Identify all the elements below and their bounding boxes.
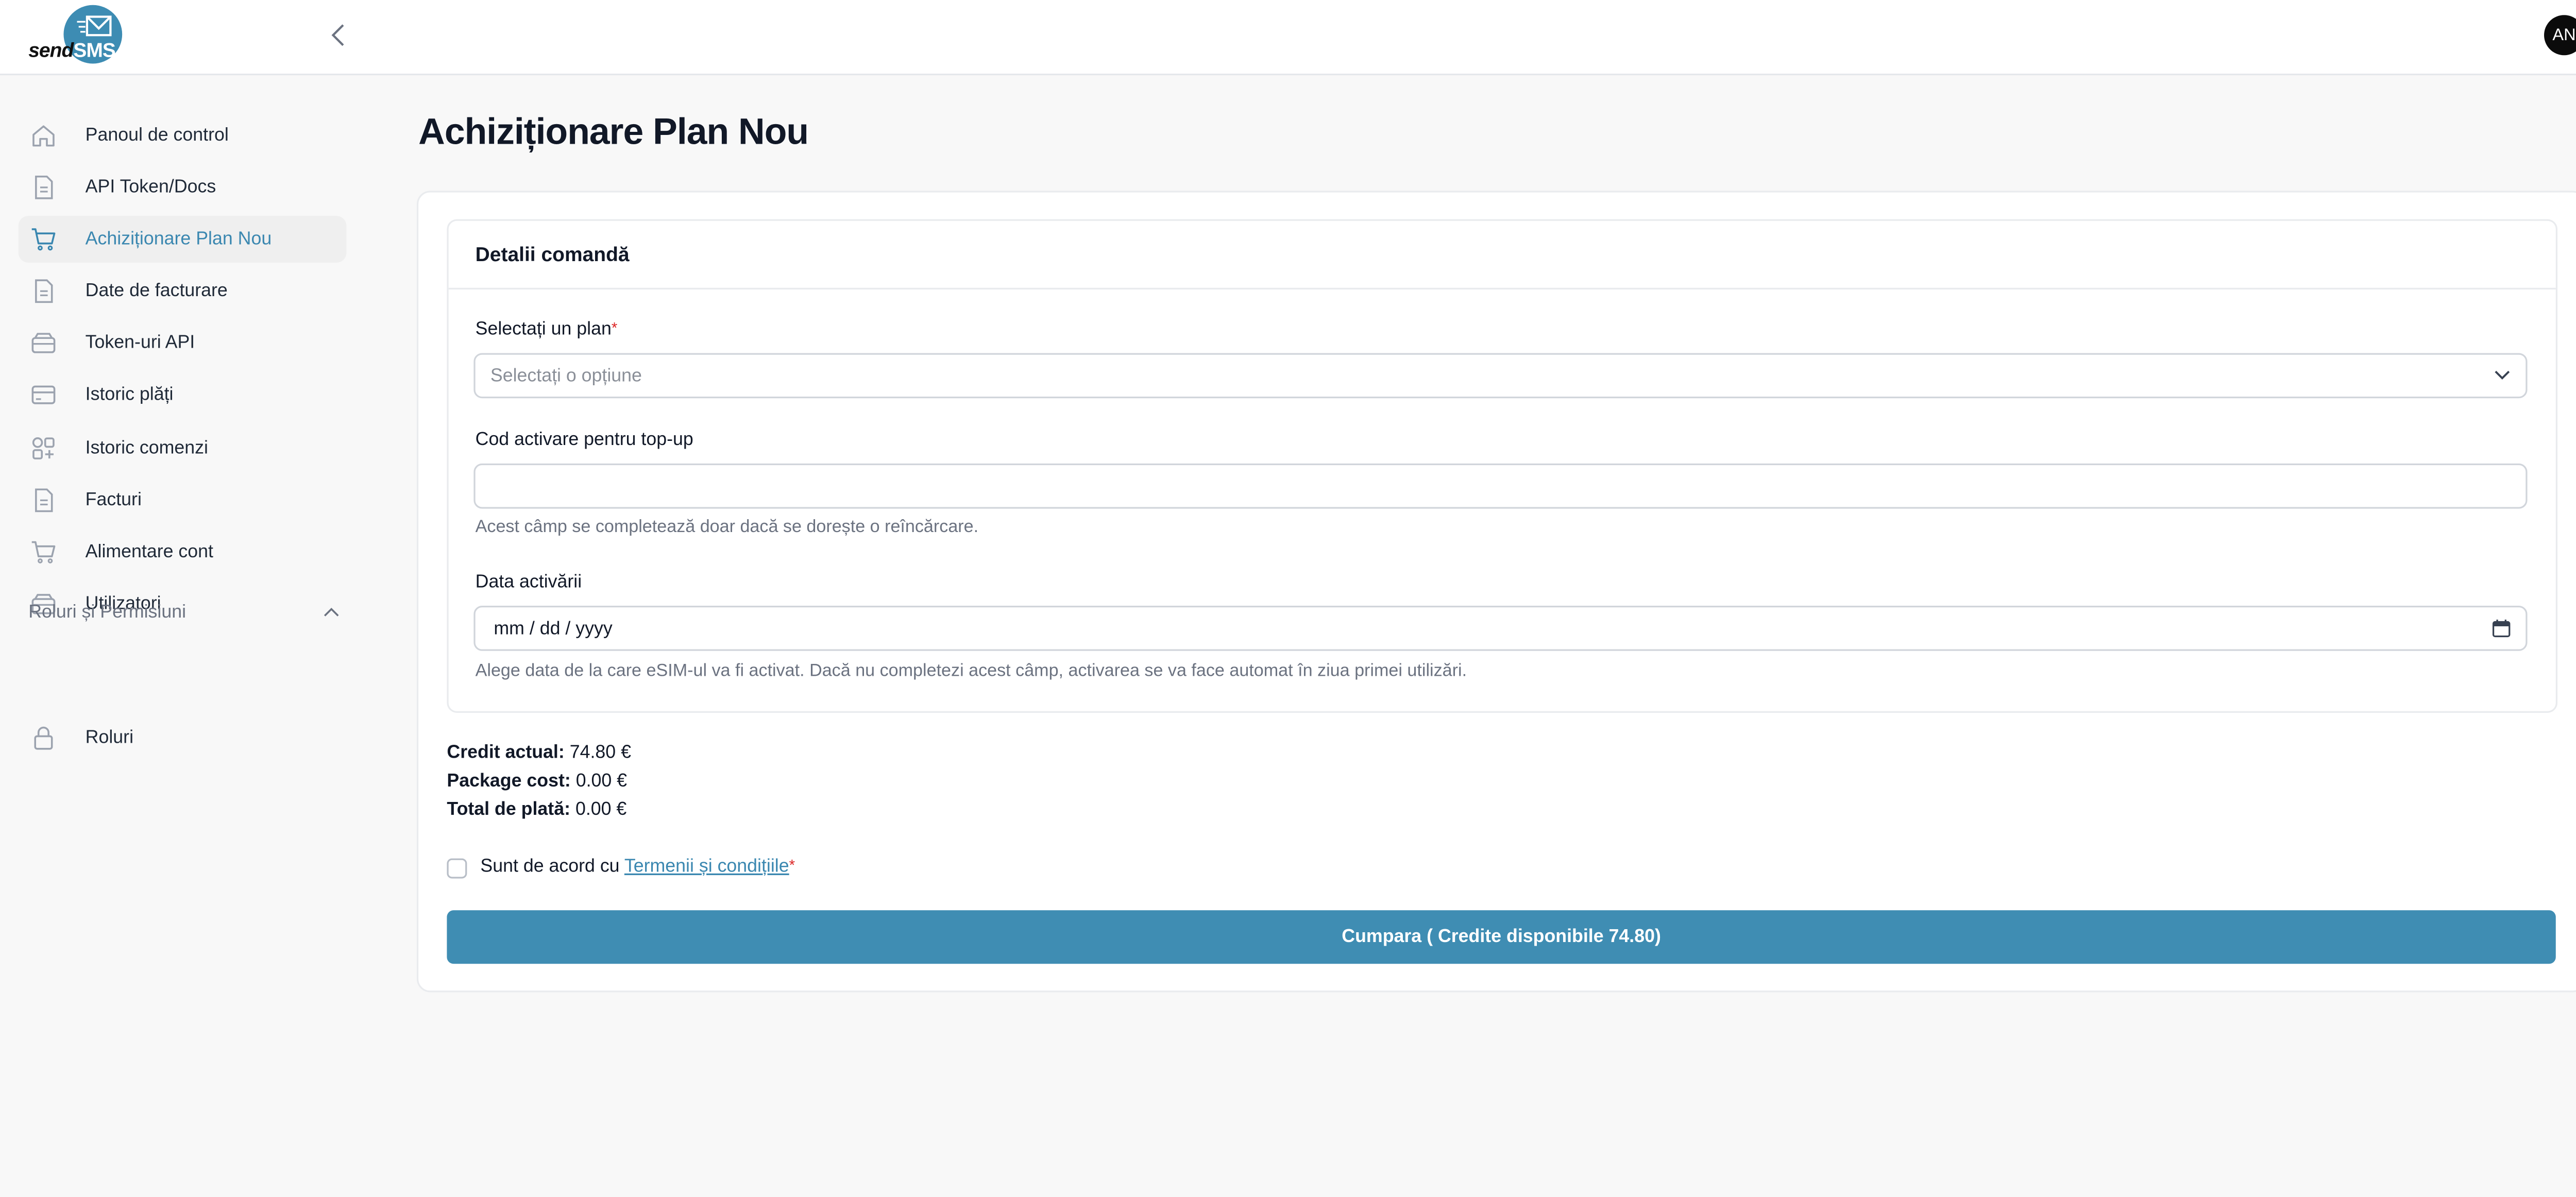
activation-date-input[interactable]: mm / dd / yyyy	[473, 606, 2528, 651]
sidebar-item-label: Roluri	[85, 728, 134, 748]
current-credit-line: Credit actual: 74.80 €	[447, 743, 631, 763]
required-marker: *	[611, 319, 618, 336]
activation-date-help: Alege data de la care eSIM-ul va fi acti…	[475, 661, 1467, 681]
total-label: Total de plată:	[447, 799, 570, 820]
sidebar-item-billing-details[interactable]: Date de facturare	[19, 268, 347, 315]
calendar-icon[interactable]	[2492, 619, 2511, 638]
wallet-icon	[30, 330, 57, 356]
chevron-up-icon	[324, 607, 339, 617]
plan-select[interactable]: Selectați o opțiune	[473, 353, 2528, 399]
activation-date-value: mm / dd / yyyy	[494, 618, 613, 639]
package-cost-value: 0.00 €	[575, 771, 628, 792]
page-title: Achiziționare Plan Nou	[418, 110, 809, 152]
avatar[interactable]: AN	[2544, 15, 2576, 56]
sidebar-item-dashboard[interactable]: Panoul de control	[19, 112, 347, 159]
sidebar-item-label: Date de facturare	[85, 281, 228, 301]
sidebar-item-account-topup[interactable]: Alimentare cont	[19, 529, 347, 576]
sendsms-logo[interactable]: sendSMS	[27, 3, 127, 66]
plan-select-placeholder: Selectați o opțiune	[490, 365, 642, 386]
panel-title: Detalii comandă	[475, 243, 630, 266]
cart-icon	[30, 539, 57, 566]
section-title: Roluri și Permisiuni	[28, 602, 187, 623]
terms-link[interactable]: Termenii și condițiile	[624, 857, 789, 877]
collapse-sidebar-button[interactable]	[321, 19, 355, 52]
sidebar-item-label: Alimentare cont	[85, 542, 214, 562]
current-credit-value: 74.80 €	[569, 743, 631, 763]
lock-icon	[30, 725, 57, 751]
credit-card-icon	[30, 382, 57, 408]
sidebar-item-label: API Token/Docs	[85, 177, 216, 198]
sidebar-item-payment-history[interactable]: Istoric plăți	[19, 371, 347, 418]
plan-label: Selectați un plan*	[475, 319, 618, 340]
document-icon	[30, 278, 57, 304]
topup-code-input[interactable]	[473, 463, 2528, 509]
document-icon	[30, 174, 57, 201]
current-credit-label: Credit actual:	[447, 743, 565, 763]
sidebar-item-api-token-docs[interactable]: API Token/Docs	[19, 164, 347, 211]
sidebar-item-label: Panoul de control	[85, 125, 229, 146]
grid-plus-icon	[30, 435, 57, 462]
chevron-left-icon	[331, 24, 344, 46]
envelope-icon	[77, 15, 112, 37]
sidebar-item-invoices[interactable]: Facturi	[19, 477, 347, 524]
sidebar-item-order-history[interactable]: Istoric comenzi	[19, 425, 347, 472]
section-roles-permissions[interactable]: Roluri și Permisiuni	[28, 599, 340, 626]
sidebar-item-label: Token-uri API	[85, 333, 195, 353]
sidebar-item-label: Facturi	[85, 490, 142, 510]
panel-header: Detalii comandă	[448, 221, 2556, 290]
sidebar-item-purchase-plan[interactable]: Achiziționare Plan Nou	[18, 216, 347, 263]
document-icon	[30, 487, 57, 514]
top-bar: sendSMS AN	[0, 0, 2576, 76]
home-icon	[30, 122, 57, 149]
package-cost-label: Package cost:	[447, 771, 571, 792]
sidebar-item-label: Achiziționare Plan Nou	[85, 229, 272, 250]
logo-wordmark: sendSMS	[28, 38, 116, 62]
sidebar-item-label: Istoric plăți	[85, 385, 174, 405]
terms-agreement: Sunt de acord cu Termenii și condițiile*	[480, 857, 795, 877]
topup-code-help: Acest câmp se completează doar dacă se d…	[475, 517, 979, 537]
cart-icon	[30, 226, 57, 253]
buy-button[interactable]: Cumpara ( Credite disponibile 74.80)	[447, 910, 2556, 964]
sidebar-item-api-tokens[interactable]: Token-uri API	[19, 320, 347, 367]
total-line: Total de plată: 0.00 €	[447, 800, 626, 820]
total-value: 0.00 €	[575, 799, 627, 820]
package-cost-line: Package cost: 0.00 €	[447, 772, 627, 792]
terms-agree-text: Sunt de acord cu	[480, 857, 620, 877]
chevron-down-icon	[2494, 366, 2511, 383]
topup-code-label: Cod activare pentru top-up	[475, 430, 693, 450]
app-root: sendSMS AN Panoul de control API Token/D…	[0, 0, 2576, 1196]
activation-date-label: Data activării	[475, 572, 582, 593]
sidebar-item-roles[interactable]: Roluri	[19, 714, 347, 761]
required-marker: *	[789, 857, 795, 874]
terms-checkbox[interactable]	[447, 858, 467, 879]
sidebar-item-label: Istoric comenzi	[85, 438, 209, 459]
